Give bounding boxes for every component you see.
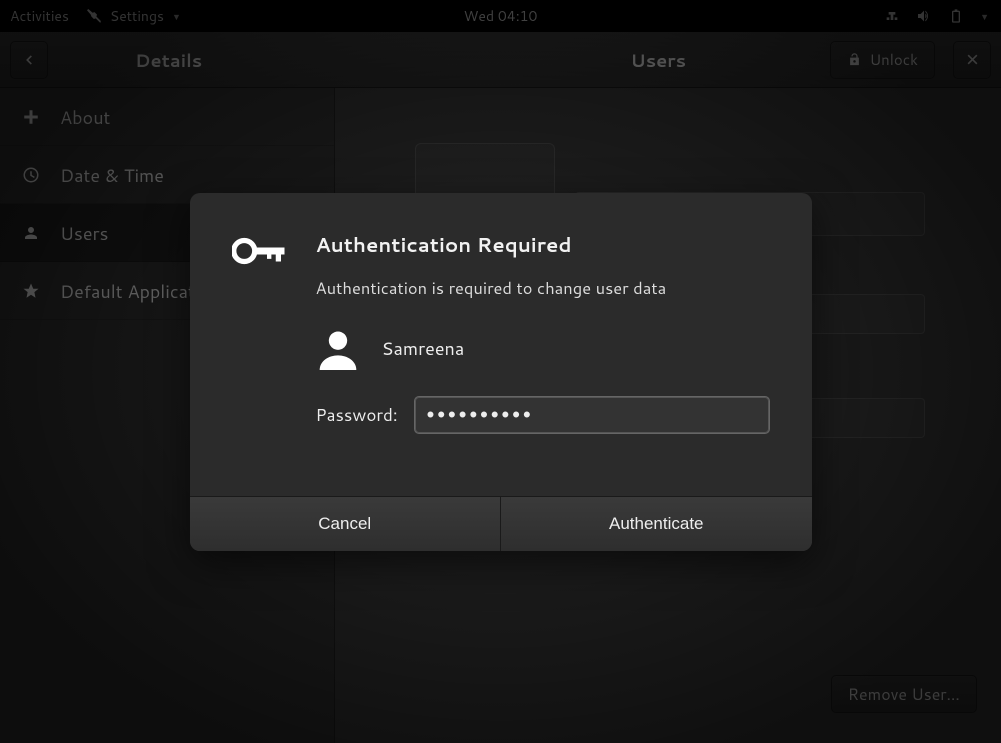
key-icon: [232, 231, 288, 434]
auth-dialog-overlay: Authentication Required Authentication i…: [0, 0, 1001, 743]
password-input[interactable]: [414, 396, 770, 434]
auth-dialog: Authentication Required Authentication i…: [190, 193, 812, 551]
avatar-icon: [316, 326, 360, 370]
cancel-button[interactable]: Cancel: [190, 497, 501, 551]
dialog-title: Authentication Required: [316, 231, 770, 259]
dialog-message: Authentication is required to change use…: [316, 277, 770, 300]
authenticate-button[interactable]: Authenticate: [500, 497, 812, 551]
password-label: Password:: [316, 403, 398, 427]
dialog-user-name: Samreena: [382, 335, 465, 361]
